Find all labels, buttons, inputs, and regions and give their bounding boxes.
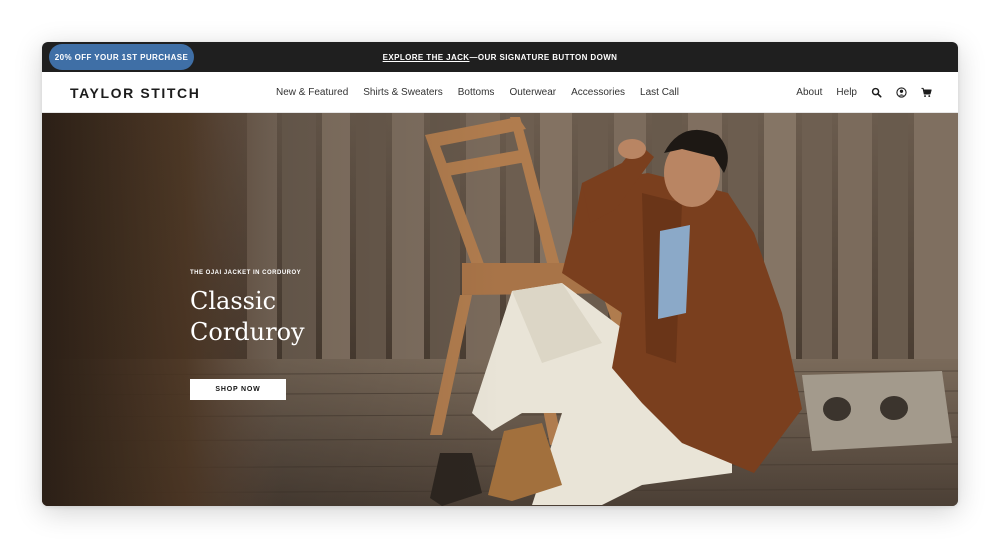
utility-nav: About Help (796, 72, 932, 113)
nav-accessories[interactable]: Accessories (571, 87, 625, 98)
help-link[interactable]: Help (836, 87, 857, 98)
announcement-message: EXPLORE THE JACK —OUR SIGNATURE BUTTON D… (42, 42, 958, 72)
hero-copy: THE OJAI JACKET IN CORDUROY Classic Cord… (190, 270, 390, 348)
announcement-bar: 20% OFF YOUR 1ST PURCHASE EXPLORE THE JA… (42, 42, 958, 72)
hero-eyebrow: THE OJAI JACKET IN CORDUROY (190, 270, 302, 276)
search-icon[interactable] (871, 87, 882, 98)
cart-icon[interactable] (921, 87, 932, 98)
main-nav: New & Featured Shirts & Sweaters Bottoms… (276, 72, 679, 113)
nav-new-featured[interactable]: New & Featured (276, 87, 348, 98)
shop-now-button[interactable]: SHOP NOW (190, 379, 286, 400)
site-header: TAYLOR STITCH New & Featured Shirts & Sw… (42, 72, 958, 113)
hero-headline-line-1: Classic (190, 287, 277, 315)
browser-page: 20% OFF YOUR 1ST PURCHASE EXPLORE THE JA… (42, 42, 958, 506)
hero-photo (42, 113, 958, 506)
explore-the-jack-link[interactable]: EXPLORE THE JACK (383, 53, 470, 62)
hero-headline: Classic Corduroy (190, 286, 390, 348)
site-logo[interactable]: TAYLOR STITCH (70, 72, 200, 113)
account-icon[interactable] (896, 87, 907, 98)
hero-headline-line-2: Corduroy (190, 318, 305, 346)
hero-banner: THE OJAI JACKET IN CORDUROY Classic Cord… (42, 113, 958, 506)
nav-outerwear[interactable]: Outerwear (509, 87, 556, 98)
nav-bottoms[interactable]: Bottoms (458, 87, 495, 98)
announcement-tagline: —OUR SIGNATURE BUTTON DOWN (469, 52, 618, 62)
nav-last-call[interactable]: Last Call (640, 87, 679, 98)
about-link[interactable]: About (796, 87, 822, 98)
nav-shirts-sweaters[interactable]: Shirts & Sweaters (363, 87, 442, 98)
